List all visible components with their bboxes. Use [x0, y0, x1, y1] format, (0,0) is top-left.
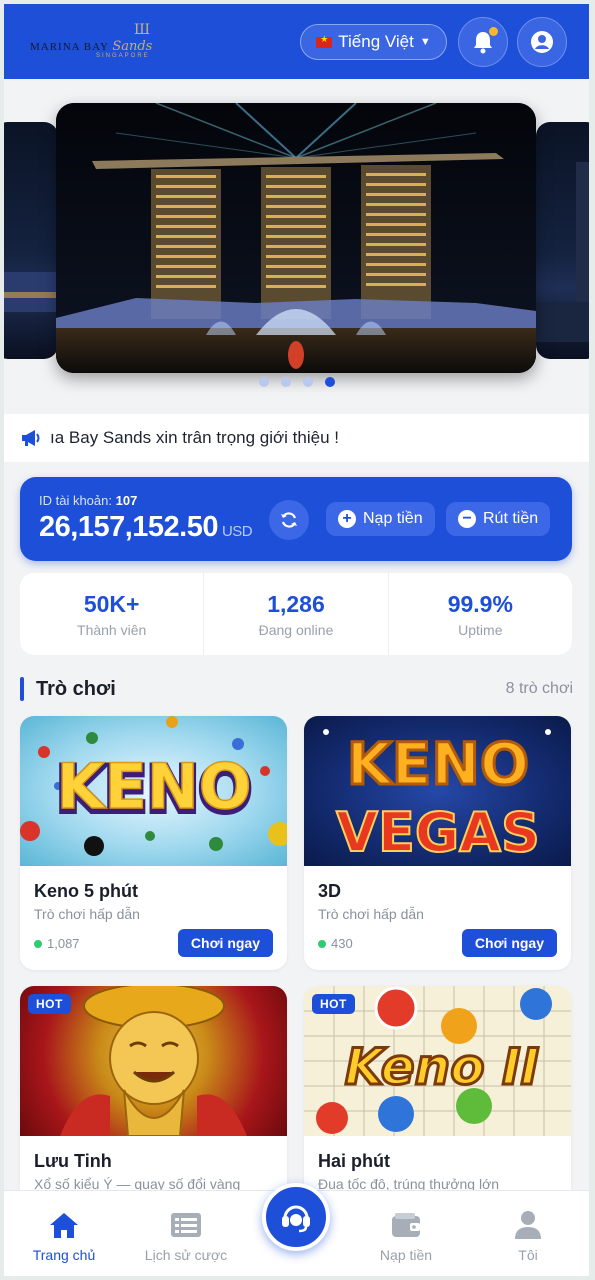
- user-circle-icon: [531, 31, 553, 53]
- game-description: Trò chơi hấp dẫn: [34, 906, 140, 922]
- carousel-dot-active[interactable]: [324, 377, 335, 387]
- keno-vegas-thumb-text-2: VEGAS: [336, 801, 540, 864]
- banner-image-marina-bay-sands[interactable]: [56, 103, 536, 373]
- online-dot-icon: [318, 939, 326, 948]
- nav-profile[interactable]: Tôi: [473, 1209, 583, 1263]
- nav-home[interactable]: Trang chủ: [9, 1209, 119, 1263]
- game-thumbnail[interactable]: KENO VEGAS: [304, 716, 571, 866]
- carousel-dot[interactable]: [280, 377, 291, 387]
- nav-label: Tôi: [518, 1247, 538, 1263]
- chevron-down-icon: ▼: [419, 36, 431, 48]
- deposit-button[interactable]: + Nạp tiền: [326, 502, 435, 536]
- logo-subtitle: SINGAPORE: [96, 53, 150, 59]
- carousel-dot[interactable]: [258, 377, 269, 387]
- game-name: 3D: [318, 881, 342, 901]
- account-balance: 26,157,152.50 USD: [39, 511, 253, 543]
- support-button[interactable]: [262, 1183, 330, 1251]
- play-now-button[interactable]: Chơi ngay: [177, 929, 273, 957]
- players-online: 1,087: [34, 936, 80, 951]
- stat-label: Đang online: [258, 622, 334, 638]
- banner-carousel[interactable]: [4, 79, 589, 414]
- logo-wordmark: MARINA BAY Sands: [30, 39, 153, 54]
- play-now-button[interactable]: Chơi ngay: [461, 929, 557, 957]
- stat-value: 99.9%: [447, 591, 513, 617]
- stat-uptime: 99.9% Uptime: [389, 573, 572, 655]
- stat-label: Uptime: [458, 622, 503, 638]
- logo-emblem-icon: Ш: [134, 22, 150, 38]
- stat-value: 1,286: [267, 591, 325, 617]
- game-name: Keno 5 phút: [34, 881, 138, 901]
- app-frame: Ш MARINA BAY Sands SINGAPORE Tiếng Việt …: [4, 4, 589, 1276]
- game-card-3d[interactable]: KENO VEGAS 3D Trò chơi hấp dẫn 430 Chơi …: [304, 716, 571, 970]
- carousel-prev-slide[interactable]: [4, 122, 58, 359]
- deposit-label: Nạp tiền: [363, 510, 423, 527]
- keno-ii-thumb-text: Keno II: [345, 1038, 539, 1096]
- game-thumbnail[interactable]: KENO KENO: [20, 716, 287, 866]
- stat-value: 50K+: [83, 591, 140, 617]
- section-accent-bar: [20, 677, 24, 701]
- notifications-button[interactable]: [458, 17, 508, 67]
- refresh-balance-button[interactable]: [269, 500, 309, 540]
- players-online: 430: [318, 936, 353, 951]
- game-card-keno-5[interactable]: KENO KENO Keno 5 phút Trò chơi hấp dẫn 1…: [20, 716, 287, 970]
- online-dot-icon: [34, 939, 42, 948]
- megaphone-icon: [22, 430, 40, 446]
- user-icon: [515, 1211, 541, 1239]
- hot-badge: HOT: [312, 994, 355, 1014]
- carousel-next-slide[interactable]: [536, 122, 589, 359]
- top-header: Ш MARINA BAY Sands SINGAPORE Tiếng Việt …: [4, 4, 589, 79]
- section-title-text: Trò chơi: [36, 677, 116, 700]
- nav-bet-history[interactable]: Lịch sử cược: [131, 1209, 241, 1263]
- account-card: ID tài khoản: 107 26,157,152.50 USD + Nạp…: [20, 477, 572, 561]
- vietnam-flag-icon: [316, 34, 333, 48]
- announcement-bar: ıa Bay Sands xin trân trọng giới thiệu !: [4, 414, 589, 462]
- home-icon: [50, 1213, 78, 1238]
- game-name: Lưu Tinh: [34, 1151, 112, 1171]
- stat-label: Thành viên: [77, 622, 147, 638]
- marina-bay-sands-logo[interactable]: Ш MARINA BAY Sands SINGAPORE: [30, 22, 170, 64]
- headset-icon: [282, 1205, 310, 1233]
- game-name: Hai phút: [318, 1151, 390, 1171]
- account-id: ID tài khoản: 107: [39, 493, 138, 508]
- refresh-icon: [281, 512, 297, 528]
- hot-badge: HOT: [28, 994, 71, 1014]
- announcement-text: ıa Bay Sands xin trân trọng giới thiệu !: [50, 428, 339, 447]
- plus-icon: +: [338, 510, 356, 528]
- language-selector[interactable]: Tiếng Việt ▼: [300, 24, 447, 60]
- withdraw-label: Rút tiền: [483, 510, 539, 527]
- game-thumbnail[interactable]: HOT: [20, 986, 287, 1136]
- games-count: 8 trò chơi: [505, 680, 573, 697]
- stats-panel: 50K+ Thành viên 1,286 Đang online 99.9% …: [20, 573, 572, 655]
- nav-label: Trang chủ: [32, 1247, 96, 1263]
- list-icon: [171, 1213, 201, 1237]
- nav-label: Nạp tiền: [379, 1247, 433, 1263]
- bottom-navigation: Trang chủ Lịch sử cược Nạp tiền Tôi: [4, 1183, 589, 1276]
- stat-members: 50K+ Thành viên: [20, 573, 205, 655]
- withdraw-button[interactable]: − Rút tiền: [446, 502, 551, 536]
- keno-vegas-thumb-text-1: KENO: [347, 730, 529, 798]
- nav-deposit[interactable]: Nạp tiền: [351, 1209, 461, 1263]
- minus-icon: −: [458, 510, 476, 528]
- carousel-dot[interactable]: [302, 377, 313, 387]
- nav-label: Lịch sử cược: [144, 1247, 228, 1263]
- game-thumbnail[interactable]: Keno II HOT: [304, 986, 571, 1136]
- keno-thumb-text-front: KENO: [57, 750, 252, 823]
- notification-badge: [489, 27, 498, 36]
- carousel-indicators: [4, 377, 589, 387]
- games-section-title: Trò chơi: [20, 677, 116, 701]
- wallet-icon: [392, 1213, 420, 1237]
- stat-online: 1,286 Đang online: [204, 573, 389, 655]
- game-description: Trò chơi hấp dẫn: [318, 906, 424, 922]
- profile-button[interactable]: [517, 17, 567, 67]
- language-label: Tiếng Việt: [338, 32, 414, 51]
